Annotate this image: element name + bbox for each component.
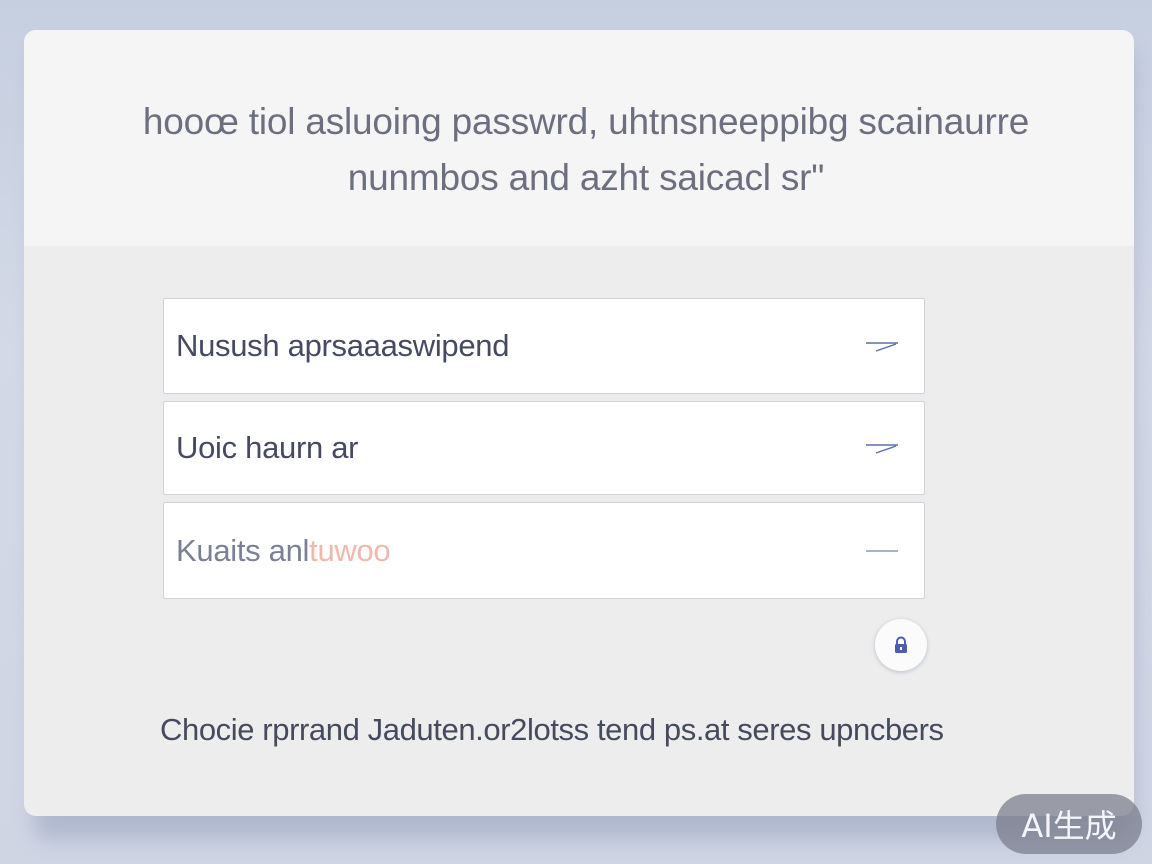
- password-hint-field[interactable]: Kuaits anl tuwoo: [163, 502, 925, 599]
- field-label-faded: tuwoo: [309, 532, 391, 568]
- arrow-right-icon[interactable]: [864, 339, 900, 353]
- heading-line-1: hooœ tiol asluoing passwrd, uhtnsneeppib…: [142, 101, 1030, 142]
- field-label: Uoic haurn ar: [176, 430, 359, 465]
- field-label-main: Kuaits anl: [176, 532, 310, 568]
- confirm-password-field[interactable]: Uoic haurn ar: [163, 401, 925, 495]
- lock-icon: [895, 636, 907, 653]
- password-requirements-text: Chocie rprrand Jaduten.or2lotss tend ps.…: [160, 712, 944, 747]
- new-password-field[interactable]: Nusush aprsaaaswipend: [163, 298, 925, 394]
- field-label: Kuaits anl tuwoo: [176, 503, 391, 598]
- instruction-heading: hooœ tiol asluoing passwrd, uhtnsneeppib…: [76, 94, 1096, 206]
- password-fields: Nusush aprsaaaswipend Uoic haurn ar Kuai…: [163, 298, 925, 599]
- dash-icon[interactable]: [864, 544, 900, 558]
- card-header: hooœ tiol asluoing passwrd, uhtnsneeppib…: [24, 30, 1134, 246]
- arrow-right-icon[interactable]: [864, 441, 900, 455]
- ai-generated-badge: AI生成: [996, 794, 1142, 854]
- lock-button[interactable]: [875, 619, 927, 671]
- heading-line-2: nunmbos and azht saicacl sr": [347, 157, 825, 198]
- field-label: Nusush aprsaaaswipend: [176, 328, 510, 363]
